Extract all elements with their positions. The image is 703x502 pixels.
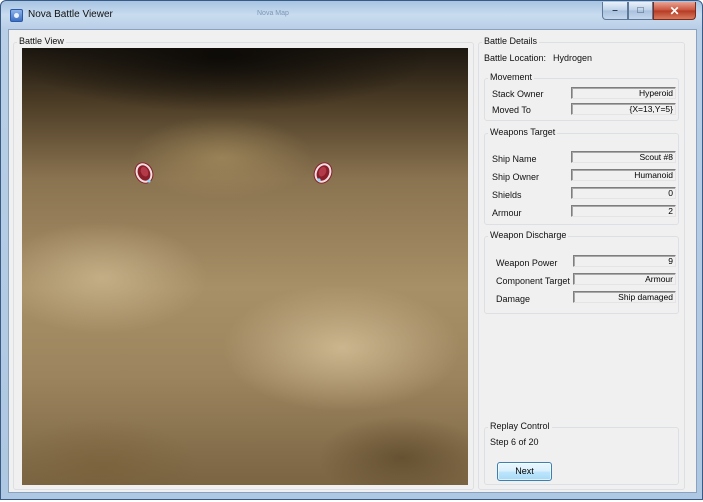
battle-view-group: Battle View [13,36,474,490]
close-icon: ✕ [669,3,680,18]
maximize-button[interactable]: □ [628,2,653,20]
weapons-target-label: Weapons Target [488,127,558,137]
movement-group: Movement Stack Owner Hyperoid Moved To {… [484,72,679,121]
shields-field: 0 [571,187,676,199]
armour-field: 2 [571,205,676,217]
ship-name-field: Scout #8 [571,151,676,163]
window-title: Nova Battle Viewer [28,9,113,20]
armour-label: Armour [492,208,522,218]
battle-view-label: Battle View [17,36,66,46]
battle-location-value: Hydrogen [553,53,593,63]
minimize-icon: – [612,5,618,16]
app-window: Nova Battle Viewer Nova Map – □ ✕ Battle… [0,0,703,500]
weapon-discharge-group: Weapon Discharge Weapon Power 9 Componen… [484,230,679,314]
background-window-title: Nova Map [257,10,289,17]
battle-details-group: Battle Details Battle Location: Hydrogen… [478,36,685,490]
weapons-target-group: Weapons Target Ship Name Scout #8 Ship O… [484,127,679,225]
component-target-field: Armour [573,273,676,285]
ship-name-label: Ship Name [492,154,537,164]
window-controls: – □ ✕ [602,2,696,20]
replay-control-group: Replay Control Step 6 of 20 Next [484,421,679,485]
shields-label: Shields [492,190,522,200]
next-button[interactable]: Next [497,462,552,481]
battle-canvas[interactable] [22,48,468,485]
app-icon[interactable] [10,9,23,22]
battle-details-label: Battle Details [482,36,540,46]
movement-label: Movement [488,72,535,82]
title-bar[interactable]: Nova Battle Viewer Nova Map – □ ✕ [1,1,702,29]
ship-owner-label: Ship Owner [492,172,540,182]
moved-to-label: Moved To [492,105,531,115]
ship-icon[interactable] [311,160,335,186]
moved-to-field: {X=13,Y=5} [571,103,676,115]
close-button[interactable]: ✕ [653,2,696,20]
weapon-power-field: 9 [573,255,676,267]
client-area: Battle View Battle Details Battle Locati… [8,29,697,493]
minimize-button[interactable]: – [602,2,628,20]
weapon-power-label: Weapon Power [496,258,558,268]
replay-step-text: Step 6 of 20 [490,437,539,447]
component-target-label: Component Target [496,276,570,286]
stack-owner-field: Hyperoid [571,87,676,99]
maximize-icon: □ [637,5,644,16]
battle-location-label: Battle Location: [484,53,547,63]
weapon-discharge-label: Weapon Discharge [488,230,569,240]
damage-label: Damage [496,294,531,304]
stack-owner-label: Stack Owner [492,89,544,99]
replay-control-label: Replay Control [488,421,552,431]
ship-owner-field: Humanoid [571,169,676,181]
damage-field: Ship damaged [573,291,676,303]
ship-icon[interactable] [132,160,156,186]
